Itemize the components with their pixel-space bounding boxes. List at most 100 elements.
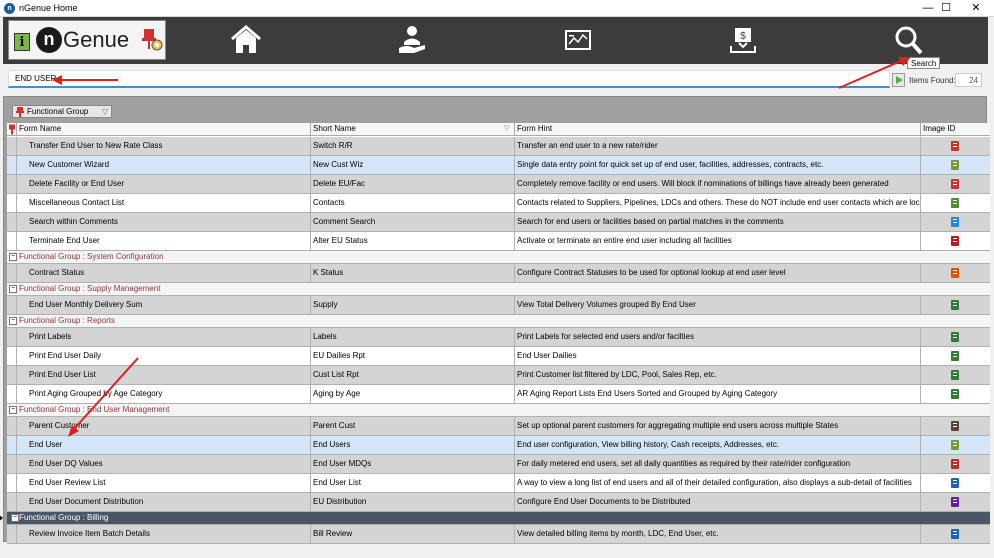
table-row[interactable]: End User Document Distribution EU Distrib… <box>7 493 990 512</box>
cell-form-name[interactable]: Contract Status <box>17 264 311 282</box>
table-row[interactable]: End User DQ Values End User MDQs For daily… <box>7 455 990 474</box>
close-button[interactable]: ✕ <box>958 0 994 17</box>
column-filter-icon[interactable]: ▽ <box>504 124 509 132</box>
table-row[interactable]: Print Aging Grouped by Age Category Aging… <box>7 385 990 404</box>
cell-form-hint[interactable]: View Total Delivery Volumes grouped By E… <box>515 296 921 314</box>
cell-form-hint[interactable]: Print Labels for selected end users and/… <box>515 328 921 346</box>
cell-form-hint[interactable]: A way to view a long list of end users a… <box>515 474 921 492</box>
table-row[interactable]: End User Review List End User List A way t… <box>7 474 990 493</box>
cell-form-name[interactable]: Review Invoice Item Batch Details <box>17 525 311 543</box>
collapse-icon[interactable]: − <box>11 514 19 522</box>
table-row[interactable]: End User End Users End user configuration,… <box>7 436 990 455</box>
billing-nav-button[interactable]: $ <box>725 24 761 56</box>
cell-form-name[interactable]: Print Aging Grouped by Age Category <box>17 385 311 403</box>
cell-short-name[interactable]: Labels <box>311 328 515 346</box>
cell-short-name[interactable]: End User List <box>311 474 515 492</box>
column-header-short-name[interactable]: Short Name <box>311 123 515 136</box>
column-header-form-hint[interactable]: Form Hint <box>515 123 921 136</box>
cell-form-name[interactable]: Transfer End User to New Rate Class <box>17 137 311 155</box>
home-nav-button[interactable] <box>228 24 264 56</box>
collapse-icon[interactable]: − <box>9 406 17 414</box>
search-go-button[interactable] <box>892 73 905 87</box>
table-row[interactable]: New Customer Wizard New Cust Wiz Single da… <box>7 156 990 175</box>
cell-form-hint[interactable]: Contacts related to Suppliers, Pipelines… <box>515 194 921 212</box>
cell-form-hint[interactable]: Print Customer list filtered by LDC, Poo… <box>515 366 921 384</box>
cell-form-hint[interactable]: Configure Contract Statuses to be used f… <box>515 264 921 282</box>
cell-short-name[interactable]: Alter EU Status <box>311 232 515 250</box>
filter-icon[interactable]: ▽ <box>102 106 108 117</box>
info-icon[interactable]: i <box>14 33 30 51</box>
cell-short-name[interactable]: Cust List Rpt <box>311 366 515 384</box>
cell-short-name[interactable]: Delete EU/Fac <box>311 175 515 193</box>
cell-short-name[interactable]: EU Dailies Rpt <box>311 347 515 365</box>
cell-short-name[interactable]: K Status <box>311 264 515 282</box>
table-row[interactable]: Terminate End User Alter EU Status Activat… <box>7 232 990 251</box>
cell-form-name[interactable]: End User Monthly Delivery Sum <box>17 296 311 314</box>
cell-form-name[interactable]: Print Labels <box>17 328 311 346</box>
cell-form-name[interactable]: Print End User Daily <box>17 347 311 365</box>
customer-service-nav-button[interactable] <box>394 24 430 56</box>
column-header-form-name[interactable]: Form Name <box>17 123 311 136</box>
collapse-icon[interactable]: − <box>9 285 17 293</box>
table-row[interactable]: Contract Status K Status Configure Contrac… <box>7 264 990 283</box>
cell-form-hint[interactable]: Search for end users or facilities based… <box>515 213 921 231</box>
group-label: Functional Group : Billing <box>19 513 109 522</box>
cell-form-hint[interactable]: End User Dailies <box>515 347 921 365</box>
cell-short-name[interactable]: EU Distribution <box>311 493 515 511</box>
cell-form-name[interactable]: Search within Comments <box>17 213 311 231</box>
cell-form-name[interactable]: End User <box>17 436 311 454</box>
cell-short-name[interactable]: New Cust Wiz <box>311 156 515 174</box>
group-row[interactable]: − Functional Group : System Configuration <box>7 251 990 264</box>
cell-form-name[interactable]: End User DQ Values <box>17 455 311 473</box>
cell-form-name[interactable]: End User Document Distribution <box>17 493 311 511</box>
cell-form-name[interactable]: Miscellaneous Contact List <box>17 194 311 212</box>
cell-form-hint[interactable]: Set up optional parent customers for agg… <box>515 417 921 435</box>
group-row[interactable]: − Functional Group : End User Management <box>7 404 990 417</box>
cell-short-name[interactable]: Switch R/R <box>311 137 515 155</box>
cell-form-name[interactable]: Terminate End User <box>17 232 311 250</box>
cell-form-hint[interactable]: End user configuration, View billing his… <box>515 436 921 454</box>
group-row[interactable]: − Functional Group : Reports <box>7 315 990 328</box>
cell-short-name[interactable]: Parent Cust <box>311 417 515 435</box>
cell-form-hint[interactable]: Activate or terminate an entire end user… <box>515 232 921 250</box>
collapse-icon[interactable]: − <box>9 253 17 261</box>
table-row[interactable]: End User Monthly Delivery Sum Supply View … <box>7 296 990 315</box>
pin-gear-icon[interactable] <box>141 27 163 53</box>
cell-short-name[interactable]: Supply <box>311 296 515 314</box>
cell-short-name[interactable]: Contacts <box>311 194 515 212</box>
group-row[interactable]: − Functional Group : Billing <box>0 512 990 525</box>
column-header-image-id[interactable]: Image ID <box>921 123 990 136</box>
group-by-chip[interactable]: Functional Group ▽ <box>12 105 112 118</box>
cell-form-hint[interactable]: Single data entry point for quick set up… <box>515 156 921 174</box>
cell-form-hint[interactable]: AR Aging Report Lists End Users Sorted a… <box>515 385 921 403</box>
table-row[interactable]: Transfer End User to New Rate Class Switc… <box>7 137 990 156</box>
cell-form-name[interactable]: New Customer Wizard <box>17 156 311 174</box>
table-row[interactable]: Miscellaneous Contact List Contacts Contac… <box>7 194 990 213</box>
table-row[interactable]: Print End User List Cust List Rpt Print Cu… <box>7 366 990 385</box>
cell-short-name[interactable]: Comment Search <box>311 213 515 231</box>
cell-form-name[interactable]: Print End User List <box>17 366 311 384</box>
group-row[interactable]: − Functional Group : Supply Management <box>7 283 990 296</box>
cell-form-hint[interactable]: For daily metered end users, set all dai… <box>515 455 921 473</box>
cell-form-name[interactable]: Parent Customer <box>17 417 311 435</box>
cell-form-hint[interactable]: Transfer an end user to a new rate/rider <box>515 137 921 155</box>
collapse-icon[interactable]: − <box>9 317 17 325</box>
table-row[interactable]: Search within Comments Comment Search Sear… <box>7 213 990 232</box>
cell-short-name[interactable]: Bill Review <box>311 525 515 543</box>
table-row[interactable]: Review Invoice Item Batch Details Bill Re… <box>7 525 990 544</box>
table-row[interactable]: Parent Customer Parent Cust Set up optiona… <box>7 417 990 436</box>
cell-short-name[interactable]: End Users <box>311 436 515 454</box>
table-row[interactable]: Print End User Daily EU Dailies Rpt End Us… <box>7 347 990 366</box>
cell-short-name[interactable]: Aging by Age <box>311 385 515 403</box>
cell-form-hint[interactable]: View detailed billing items by month, LD… <box>515 525 921 543</box>
cell-short-name[interactable]: End User MDQs <box>311 455 515 473</box>
table-row[interactable]: Delete Facility or End User Delete EU/Fac… <box>7 175 990 194</box>
search-input[interactable] <box>9 71 889 86</box>
search-nav-button[interactable] <box>890 24 926 56</box>
cell-form-hint[interactable]: Completely remove facility or end users.… <box>515 175 921 193</box>
cell-form-name[interactable]: End User Review List <box>17 474 311 492</box>
table-row[interactable]: Print Labels Labels Print Labels for selec… <box>7 328 990 347</box>
cell-form-name[interactable]: Delete Facility or End User <box>17 175 311 193</box>
dashboard-nav-button[interactable] <box>560 24 596 56</box>
cell-form-hint[interactable]: Configure End User Documents to be Distr… <box>515 493 921 511</box>
